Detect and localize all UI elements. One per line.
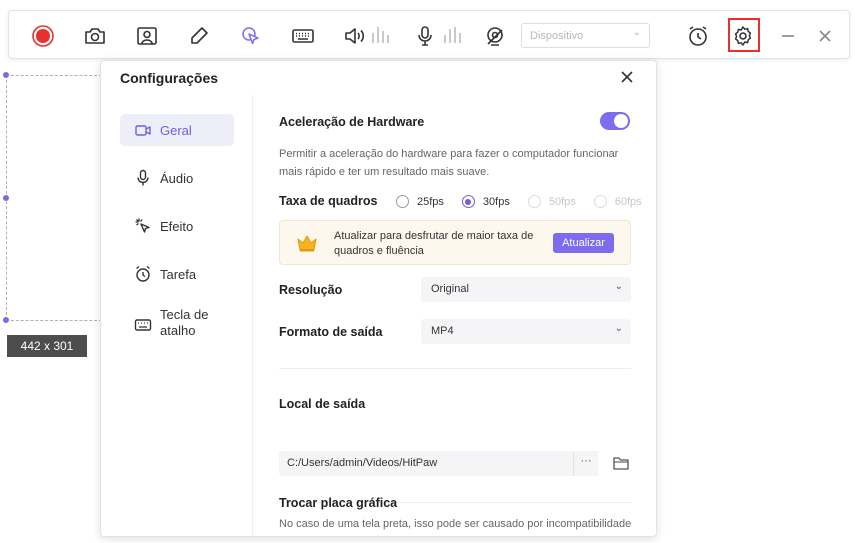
- framerate-option-50fps[interactable]: 50fps: [527, 195, 576, 208]
- gpu-switch-description: No caso de uma tela preta, isso pode ser…: [279, 518, 632, 530]
- browse-more-button[interactable]: ···: [573, 451, 598, 476]
- keyboard-icon: [292, 29, 314, 43]
- output-format-select[interactable]: MP4 ⌄: [421, 319, 631, 344]
- output-format-title: Formato de saída: [279, 325, 383, 339]
- resolution-title: Resolução: [279, 283, 343, 297]
- sidebar-item-tarefa[interactable]: Tarefa: [120, 258, 234, 290]
- webcam-settings-icon: [487, 27, 503, 46]
- screenshot-button[interactable]: [82, 23, 108, 49]
- radio-dot: [396, 195, 409, 208]
- selection-border-top: [6, 75, 102, 76]
- framerate-radio-group: 25fps 30fps 50fps 60fps: [396, 195, 656, 208]
- selection-border-bottom: [6, 320, 102, 321]
- crown-icon: [297, 235, 317, 252]
- radio-label: 60fps: [614, 195, 642, 208]
- chevron-down-icon: ⌄: [614, 281, 623, 292]
- keyboard-button[interactable]: [290, 23, 316, 49]
- sidebar-item-label: Áudio: [160, 170, 194, 186]
- radio-label: 50fps: [548, 195, 576, 208]
- record-icon: [32, 25, 54, 47]
- upgrade-banner: Atualizar para desfrutar de maior taxa d…: [279, 220, 631, 265]
- hw-accel-title: Aceleração de Hardware: [279, 115, 425, 129]
- pen-icon: [191, 27, 208, 44]
- microphone-icon: [134, 169, 152, 187]
- settings-highlight-box: [728, 18, 760, 52]
- radio-label: 30fps: [482, 195, 510, 208]
- framerate-option-60fps[interactable]: 60fps: [593, 195, 642, 208]
- output-location-title: Local de saída: [279, 397, 366, 411]
- dialog-title: Configurações: [120, 70, 219, 86]
- hw-accel-description: Permitir a aceleração do hardware para f…: [279, 148, 619, 178]
- close-icon: [819, 30, 831, 42]
- cursor-click-icon: [242, 27, 259, 45]
- sidebar-item-tecla-de-atalho[interactable]: Tecla de atalho: [120, 307, 234, 345]
- sidebar-item-label: Geral: [160, 122, 192, 138]
- alarm-clock-icon: [689, 26, 707, 46]
- screen: Dispositivo ⌄ 442 x 301 Configurações Ge…: [0, 0, 855, 543]
- camera-icon: [134, 121, 152, 139]
- selection-handle-top-left[interactable]: [2, 71, 10, 79]
- selection-handle-left[interactable]: [2, 194, 10, 202]
- resolution-select[interactable]: Original ⌄: [421, 277, 631, 302]
- mouse-effect-button[interactable]: [238, 23, 264, 49]
- framerate-option-25fps[interactable]: 25fps: [396, 195, 444, 208]
- keyboard-icon: [134, 316, 152, 334]
- selection-handle-bottom-left[interactable]: [2, 316, 10, 324]
- sidebar-item-label: Tecla de atalho: [160, 307, 209, 338]
- settings-content-geral: Aceleração de Hardware Permitir a aceler…: [253, 95, 656, 536]
- schedule-button[interactable]: [685, 23, 711, 49]
- radio-dot: [593, 195, 607, 208]
- framerate-title: Taxa de quadros: [279, 194, 378, 208]
- camera-icon: [85, 28, 105, 44]
- radio-label: 25fps: [417, 195, 444, 208]
- minimize-button[interactable]: [775, 23, 801, 49]
- alarm-clock-icon: [134, 265, 152, 283]
- microphone-volume-meter: [444, 24, 461, 43]
- speaker-icon: [345, 28, 365, 44]
- minimize-icon: [782, 35, 794, 37]
- camera-settings-button[interactable]: [482, 23, 508, 49]
- divider: [279, 368, 631, 369]
- radio-dot: [461, 195, 475, 208]
- close-button[interactable]: [812, 23, 838, 49]
- sidebar-item-efeito[interactable]: Efeito: [120, 210, 234, 242]
- framerate-option-30fps[interactable]: 30fps: [461, 195, 510, 208]
- record-button[interactable]: [30, 23, 56, 49]
- device-select-placeholder: Dispositivo: [530, 30, 584, 42]
- microphone-button[interactable]: [412, 23, 438, 49]
- upgrade-text: Atualizar para desfrutar de maior taxa d…: [334, 230, 534, 257]
- chevron-down-icon: ⌄: [632, 27, 641, 38]
- draw-button[interactable]: [186, 23, 212, 49]
- output-format-value: MP4: [431, 325, 454, 337]
- selection-size-label: 442 x 301: [7, 335, 87, 357]
- sidebar-item-audio[interactable]: Áudio: [120, 162, 234, 194]
- hw-accel-toggle[interactable]: [600, 112, 630, 130]
- folder-icon[interactable]: [613, 456, 629, 470]
- sidebar-item-label: Efeito: [160, 218, 194, 234]
- chevron-down-icon: ⌄: [614, 323, 623, 334]
- settings-dialog: Configurações Geral Áudio Efeito Tarefa …: [100, 60, 657, 537]
- resolution-value: Original: [431, 283, 469, 295]
- speaker-button[interactable]: [342, 23, 368, 49]
- upgrade-button[interactable]: Atualizar: [553, 233, 614, 253]
- sidebar-item-geral[interactable]: Geral: [120, 114, 234, 146]
- cursor-click-icon: [134, 217, 152, 235]
- microphone-icon: [418, 26, 432, 46]
- close-icon: [621, 71, 633, 83]
- settings-sidebar: Geral Áudio Efeito Tarefa Tecla de atalh…: [101, 95, 253, 536]
- webcam-icon: [137, 27, 157, 45]
- gpu-switch-title: Trocar placa gráfica: [279, 496, 398, 510]
- sidebar-item-label: Tarefa: [160, 266, 197, 282]
- output-path-field[interactable]: C:/Users/admin/Videos/HitPaw: [279, 451, 574, 476]
- dialog-body: Geral Áudio Efeito Tarefa Tecla de atalh…: [101, 95, 656, 536]
- radio-dot: [527, 195, 541, 208]
- recorder-toolbar: Dispositivo ⌄: [8, 10, 850, 59]
- device-select[interactable]: Dispositivo ⌄: [521, 23, 650, 48]
- speaker-volume-meter: [372, 24, 389, 43]
- dialog-close-button[interactable]: [619, 69, 635, 85]
- webcam-button[interactable]: [134, 23, 160, 49]
